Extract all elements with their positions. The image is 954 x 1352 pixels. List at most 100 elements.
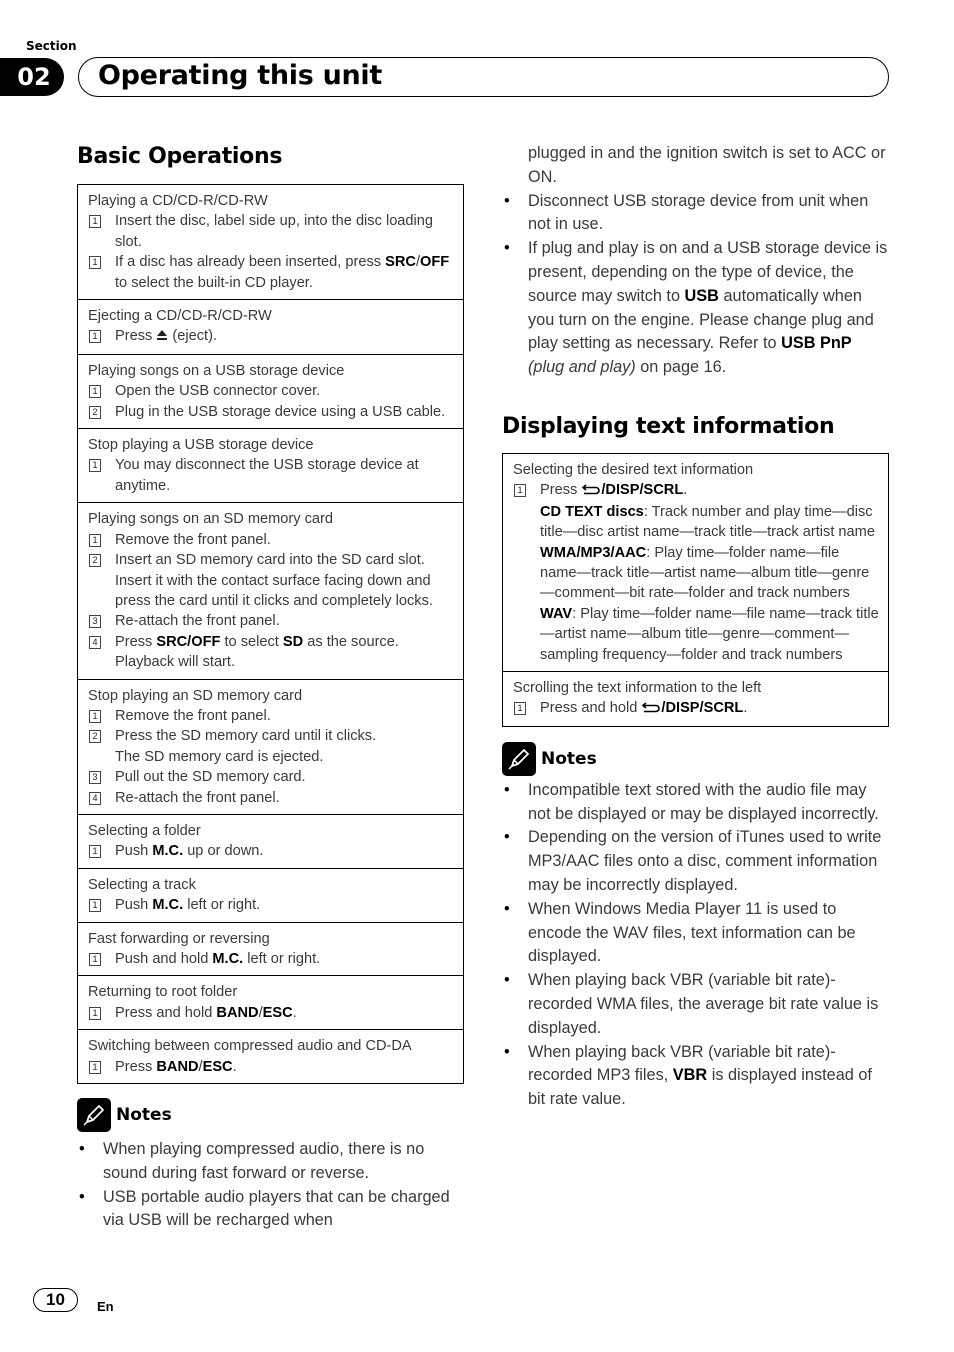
step-text: You may disconnect the USB storage devic… [115, 457, 419, 494]
step: 1 Insert the disc, label side up, into t… [88, 211, 454, 252]
key-label: ESC [262, 1004, 293, 1021]
step-text: Push and hold M.C. left or right. [115, 951, 321, 967]
operation-block: Ejecting a CD/CD-R/CD-RW 1 Press (eject)… [78, 299, 463, 354]
step-number: 3 [89, 771, 101, 785]
step-number: 1 [89, 709, 101, 723]
operation-title: Selecting the desired text information [513, 461, 754, 478]
step-text: Press BAND/ESC. [115, 1058, 237, 1075]
notes-header: Notes [502, 741, 889, 776]
step-number: 1 [89, 845, 101, 859]
key-label: M.C. [212, 951, 244, 967]
step: 3 Re-attach the front panel. [88, 611, 454, 631]
step-number: 1 [89, 215, 101, 229]
step-text: Press (eject). [115, 326, 454, 347]
step-text: Press /DISP/SCRL. [540, 480, 879, 501]
step: 1 If a disc has already been inserted, p… [88, 252, 454, 293]
back-icon [581, 481, 601, 501]
step-text: Re-attach the front panel. [115, 613, 280, 630]
step: 1 Press and hold BAND/ESC. [88, 1003, 454, 1023]
operation-title: Playing a CD/CD-R/CD-RW [88, 193, 268, 209]
operation-block: Selecting a folder 1 Push M.C. up or dow… [78, 813, 463, 868]
step-number: 1 [89, 256, 101, 270]
key-label: BAND [216, 1004, 259, 1021]
left-column: Basic Operations Playing a CD/CD-R/CD-RW… [77, 140, 464, 1233]
note-item: When playing compressed audio, there is … [77, 1138, 464, 1186]
operation-title: Ejecting a CD/CD-R/CD-RW [88, 308, 272, 325]
step-text: Push M.C. left or right. [115, 897, 261, 914]
step-text: Remove the front panel. [115, 707, 271, 724]
step: 1 Press (eject). [88, 326, 454, 347]
step: 1 Press /DISP/SCRL. [513, 480, 879, 501]
step-text: Plug in the USB storage device using a U… [115, 403, 446, 420]
operation-title: Stop playing a USB storage device [88, 437, 314, 454]
operation-title: Returning to root folder [88, 984, 238, 1001]
operation-title: Stop playing an SD memory card [88, 687, 303, 704]
display-entry: WAV: Play time—folder name—file name—tra… [540, 605, 879, 663]
operation-title: Playing songs on an SD memory card [88, 511, 333, 528]
step-number: 1 [514, 702, 526, 716]
language-label: En [97, 1299, 114, 1314]
eject-icon [156, 327, 168, 347]
display-entry: CD TEXT discs: Track number and play tim… [540, 503, 875, 541]
source-label: SD [282, 633, 304, 650]
operation-block: Playing songs on an SD memory card 1 Rem… [78, 502, 463, 678]
menu-item-reference: USB PnP [781, 334, 852, 353]
step-number: 2 [89, 730, 101, 744]
step-text: Remove the front panel. [115, 531, 271, 548]
step-number: 4 [89, 635, 101, 649]
key-label: OFF [420, 254, 450, 271]
step-continuation: The SD memory card is ejected. [115, 748, 324, 765]
note-item: When Windows Media Player 11 is used to … [502, 898, 889, 969]
source-label: USB [684, 286, 719, 305]
step-text: Insert an SD memory card into the SD car… [115, 552, 425, 569]
step: 1 Push M.C. left or right. [88, 895, 454, 915]
step-text: Press and hold /DISP/SCRL. [540, 698, 879, 719]
step-continuation: Insert it with the contact surface facin… [115, 572, 433, 609]
operation-block: Scrolling the text information to the le… [503, 671, 888, 726]
operation-title: Selecting a folder [88, 822, 201, 839]
step-text: Press the SD memory card until it clicks… [115, 728, 377, 745]
right-column: plugged in and the ignition switch is se… [502, 140, 889, 1112]
notes-list: Incompatible text stored with the audio … [502, 779, 889, 1112]
step: 1 You may disconnect the USB storage dev… [88, 455, 454, 496]
displaying-text-table: Selecting the desired text information 1… [502, 452, 889, 727]
operation-block: Playing a CD/CD-R/CD-RW 1 Insert the dis… [78, 185, 463, 299]
step-text: Push M.C. up or down. [115, 843, 264, 860]
key-label: /DISP/SCRL [601, 482, 684, 499]
step-number: 3 [89, 615, 101, 629]
operation-title: Playing songs on a USB storage device [88, 362, 345, 379]
note-item: When playing back VBR (variable bit rate… [502, 969, 889, 1040]
section-label: Section [26, 39, 77, 53]
notes-list-continued: plugged in and the ignition switch is se… [502, 142, 889, 380]
operation-block: Stop playing an SD memory card 1 Remove … [78, 678, 463, 814]
step: 1 Remove the front panel. [88, 530, 454, 550]
key-label: M.C. [152, 897, 184, 914]
step: 1 Press and hold /DISP/SCRL. [513, 698, 879, 719]
operation-block: Switching between compressed audio and C… [78, 1029, 463, 1083]
section-number-badge: 02 [0, 58, 64, 96]
step: 1 Remove the front panel. [88, 706, 454, 726]
step: 2 Press the SD memory card until it clic… [88, 726, 454, 746]
step: 2 Plug in the USB storage device using a… [88, 402, 454, 422]
step-text: Press SRC/OFF to select SD as the source… [115, 633, 399, 650]
operation-block: Fast forwarding or reversing 1 Push and … [78, 921, 463, 976]
pencil-icon [502, 741, 536, 776]
operation-block: Returning to root folder 1 Press and hol… [78, 975, 463, 1029]
page-number: 10 [33, 1288, 78, 1312]
step-number: 1 [89, 953, 101, 966]
step-text: Insert the disc, label side up, into the… [115, 213, 434, 250]
step-text: Press and hold BAND/ESC. [115, 1004, 297, 1021]
step: 1 Press BAND/ESC. [88, 1057, 454, 1077]
operation-title: Selecting a track [88, 876, 196, 893]
back-icon [641, 699, 661, 719]
key-label: BAND [156, 1058, 199, 1075]
step-number: 1 [89, 385, 101, 399]
note-item: Disconnect USB storage device from unit … [502, 190, 889, 238]
basic-operations-table: Playing a CD/CD-R/CD-RW 1 Insert the dis… [77, 184, 464, 1085]
notes-header: Notes [77, 1098, 464, 1133]
note-item: Incompatible text stored with the audio … [502, 779, 889, 827]
note-item: If plug and play is on and a USB storage… [502, 237, 889, 380]
step-continuation: Playback will start. [115, 654, 236, 671]
step-number: 1 [89, 1060, 101, 1074]
operation-block: Playing songs on a USB storage device 1 … [78, 353, 463, 428]
